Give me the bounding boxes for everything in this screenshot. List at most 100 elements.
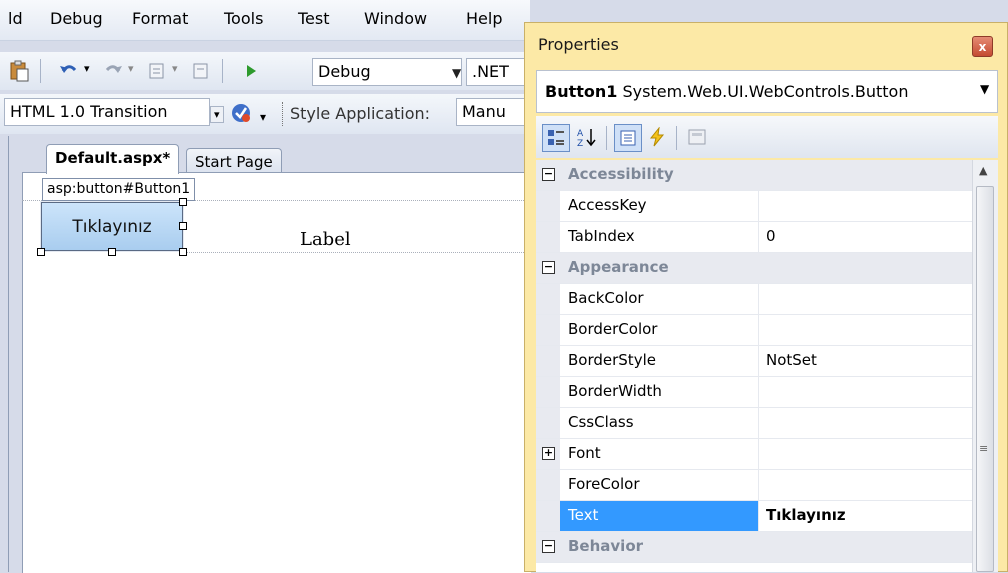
property-row-accesskey[interactable]: AccessKey — [536, 191, 972, 222]
collapse-icon[interactable]: − — [542, 261, 555, 274]
category-row-behavior[interactable]: − Behavior — [536, 532, 972, 563]
toolbar-grip — [282, 102, 284, 126]
dotted-guide — [186, 252, 530, 253]
resize-handle[interactable] — [179, 248, 187, 256]
toolbar-separator — [676, 126, 677, 150]
chevron-down-icon[interactable]: ▼ — [980, 82, 989, 96]
property-name: BackColor — [568, 289, 644, 307]
menu-test[interactable]: Test — [298, 9, 330, 28]
solution-configuration-value: Debug — [318, 62, 371, 81]
platform-select[interactable]: .NET — [466, 58, 530, 86]
property-value[interactable]: Tıklayınız — [766, 506, 846, 524]
design-button-text: Tıklayınız — [72, 216, 152, 237]
category-label: Accessibility — [568, 165, 674, 183]
undo-dropdown-icon[interactable]: ▾ — [84, 62, 90, 75]
redo-icon[interactable] — [100, 58, 126, 84]
solution-configuration-select[interactable]: Debug — [312, 58, 462, 86]
row-gutter — [536, 346, 560, 376]
close-icon[interactable]: x — [972, 36, 993, 57]
property-row-borderwidth[interactable]: BorderWidth — [536, 377, 972, 408]
property-row-tabindex[interactable]: TabIndex 0 — [536, 222, 972, 253]
row-gutter — [536, 222, 560, 252]
toolbar-separator — [40, 59, 41, 83]
tab-default-aspx[interactable]: Default.aspx* — [46, 144, 180, 174]
collapse-icon[interactable]: − — [542, 168, 555, 181]
start-debugging-icon[interactable] — [238, 58, 264, 84]
expand-icon[interactable]: + — [542, 447, 555, 460]
toolbar-overflow-icon[interactable]: ▾ — [260, 110, 266, 124]
navigate-dropdown-icon[interactable]: ▾ — [172, 62, 178, 75]
standard-toolbar: ▾ ▾ ▾ Debug ▼ .NET — [0, 52, 530, 90]
property-name: CssClass — [568, 413, 634, 431]
doctype-value: HTML 1.0 Transition — [10, 102, 168, 121]
column-splitter — [758, 501, 759, 531]
object-name: Button1 — [545, 82, 618, 101]
property-value[interactable]: NotSet — [766, 351, 817, 369]
redo-dropdown-icon[interactable]: ▾ — [128, 62, 134, 75]
menu-tools[interactable]: Tools — [224, 9, 263, 28]
paste-icon[interactable] — [6, 58, 32, 84]
navigate-forward-icon[interactable] — [188, 58, 214, 84]
doctype-select[interactable]: HTML 1.0 Transition — [4, 98, 210, 126]
alphabetical-icon[interactable]: AZ — [574, 124, 600, 150]
menu-build[interactable]: ld — [8, 9, 23, 28]
resize-handle[interactable] — [179, 198, 187, 206]
selected-tag-label: asp:button#Button1 — [42, 178, 196, 201]
style-application-label: Style Application: — [290, 104, 431, 123]
row-gutter — [536, 408, 560, 438]
menu-debug[interactable]: Debug — [50, 9, 103, 28]
chevron-down-icon[interactable]: ▾ — [210, 106, 224, 123]
property-name: BorderWidth — [568, 382, 662, 400]
tab-start-page[interactable]: Start Page — [186, 148, 282, 174]
categorized-icon[interactable] — [542, 124, 570, 152]
style-application-select[interactable]: Manu — [456, 98, 530, 126]
resize-handle[interactable] — [179, 222, 187, 230]
row-gutter — [536, 501, 560, 531]
menu-format[interactable]: Format — [132, 9, 188, 28]
property-row-cssclass[interactable]: CssClass — [536, 408, 972, 439]
toolbar-separator — [606, 126, 607, 150]
property-grid: − Accessibility AccessKey TabIndex 0 − A… — [536, 160, 972, 572]
row-gutter — [536, 315, 560, 345]
collapse-icon[interactable]: − — [542, 540, 555, 553]
chevron-down-icon[interactable]: ▼ — [452, 66, 461, 80]
resize-handle[interactable] — [108, 248, 116, 256]
property-pages-icon[interactable] — [684, 124, 710, 150]
property-row-text[interactable]: Text Tıklayınız — [536, 501, 972, 532]
property-row-font[interactable]: + Font — [536, 439, 972, 470]
object-selector[interactable]: Button1 System.Web.UI.WebControls.Button — [536, 70, 998, 113]
scroll-up-icon[interactable]: ▲ — [979, 164, 987, 177]
events-lightning-icon[interactable] — [644, 124, 670, 150]
property-row-backcolor[interactable]: BackColor — [536, 284, 972, 315]
properties-view-icon[interactable] — [614, 124, 642, 152]
column-splitter — [758, 222, 759, 252]
property-name: TabIndex — [568, 227, 635, 245]
property-row-borderstyle[interactable]: BorderStyle NotSet — [536, 346, 972, 377]
validation-check-icon[interactable] — [228, 100, 254, 126]
row-gutter — [536, 377, 560, 407]
category-row-accessibility[interactable]: − Accessibility — [536, 160, 972, 191]
column-splitter — [758, 470, 759, 500]
design-button-control[interactable]: Tıklayınız — [40, 201, 184, 252]
column-splitter — [758, 408, 759, 438]
properties-title: Properties — [538, 35, 619, 54]
row-gutter — [536, 470, 560, 500]
column-splitter — [758, 346, 759, 376]
menu-window[interactable]: Window — [364, 9, 427, 28]
category-label: Behavior — [568, 537, 644, 555]
column-splitter — [758, 315, 759, 345]
platform-value: .NET — [472, 62, 509, 81]
category-row-appearance[interactable]: − Appearance — [536, 253, 972, 284]
property-row-bordercolor[interactable]: BorderColor — [536, 315, 972, 346]
toolbar-separator — [222, 59, 223, 83]
column-splitter — [758, 439, 759, 469]
menu-help[interactable]: Help — [466, 9, 502, 28]
design-label-control[interactable]: Label — [300, 229, 351, 250]
object-type: System.Web.UI.WebControls.Button — [622, 82, 909, 101]
navigate-backward-icon[interactable] — [144, 58, 170, 84]
undo-icon[interactable] — [56, 58, 82, 84]
property-value[interactable]: 0 — [766, 227, 776, 245]
resize-handle[interactable] — [37, 248, 45, 256]
scrollbar-thumb[interactable] — [976, 186, 994, 572]
property-row-forecolor[interactable]: ForeColor — [536, 470, 972, 501]
